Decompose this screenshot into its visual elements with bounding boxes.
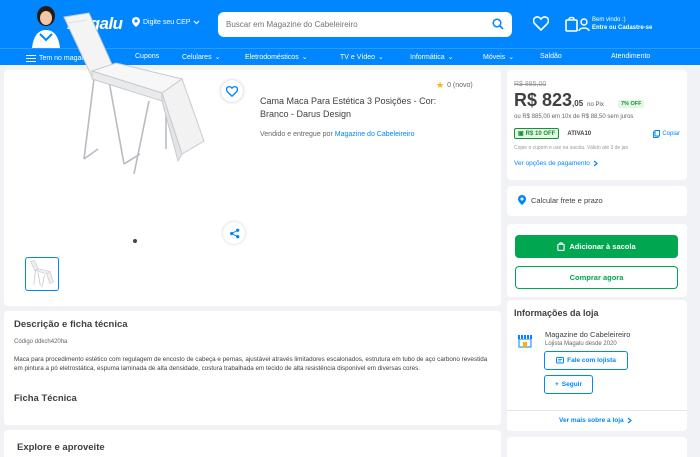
share-button[interactable] <box>223 222 245 244</box>
buy-now-button[interactable]: Comprar agora <box>515 266 678 289</box>
payment-options-link[interactable]: Ver opções de pagamento <box>514 160 598 167</box>
buy-now-label: Comprar agora <box>569 273 624 282</box>
chevron-down-icon: ⌄ <box>447 54 454 61</box>
ticket-icon: ▣ <box>518 131 524 137</box>
nav-item-tv-e-video[interactable]: TV e Vídeo ⌄ <box>340 53 384 62</box>
thumbnail-chair-icon <box>30 260 54 288</box>
product-rating[interactable]: ★ 0 (novo) <box>436 80 473 91</box>
heart-icon <box>226 85 238 97</box>
coupon-note: Copie o cupom e use na sacola. Válido at… <box>514 145 629 151</box>
pix-label: no Pix <box>587 102 604 108</box>
bag-icon[interactable] <box>565 16 578 32</box>
nav-item-atendimento[interactable]: Atendimento <box>611 53 650 60</box>
plus-icon: + <box>554 381 559 388</box>
old-price: R$ 885,00 <box>514 81 547 88</box>
explore-title: Explore e aproveite <box>17 442 105 453</box>
nav-label: Eletrodomésticos <box>245 53 299 61</box>
product-code: Código ddkch420ha <box>14 339 68 345</box>
welcome-text: Bem vindo :) <box>592 17 626 23</box>
sidebar-card <box>507 437 687 457</box>
add-to-cart-button[interactable]: Adicionar à sacola <box>515 235 678 258</box>
store-section-title: Informações da loja <box>514 308 599 318</box>
chevron-right-icon <box>627 417 632 424</box>
share-icon <box>229 228 239 238</box>
nav-item-saldao[interactable]: Saldão <box>540 53 562 60</box>
store-logo[interactable] <box>515 330 535 350</box>
nav-label: Móveis <box>483 53 506 61</box>
coupon-code: ATIVA10 <box>567 130 592 137</box>
chevron-right-icon <box>593 160 598 167</box>
nav-item-informatica[interactable]: Informática ⌄ <box>410 53 454 62</box>
nav-item-moveis[interactable]: Móveis ⌄ <box>483 53 515 62</box>
chevron-down-icon: ⌄ <box>301 54 308 61</box>
store-since: Lojista Magalu desde 2020 <box>545 341 617 347</box>
chevron-down-icon: ⌄ <box>508 54 515 61</box>
seller-prefix: Vendido e entregue por <box>260 131 333 138</box>
store-awning-icon <box>518 335 532 348</box>
installments-text: ou R$ 885,00 em 10x de R$ 88,50 sem juro… <box>514 114 634 120</box>
store-more-link[interactable]: Ver mais sobre a loja <box>559 417 632 424</box>
signin-text: Entre ou Cadastre-se <box>592 25 653 31</box>
coupon-tag: ▣ R$ 10 OFF <box>514 128 560 139</box>
follow-store-button[interactable]: + Seguir <box>544 375 593 394</box>
coupon-label: R$ 10 OFF <box>525 130 556 137</box>
shipping-calculator[interactable]: Calcular frete e prazo <box>518 195 603 205</box>
description-title: Descrição e ficha técnica <box>14 319 128 330</box>
star-icon: ★ <box>436 80 445 90</box>
chat-icon <box>556 356 565 363</box>
copy-label: Copiar <box>662 130 680 137</box>
discount-badge: 7% OFF <box>618 100 645 108</box>
seller-info: Vendido e entregue por Magazine do Cabel… <box>260 131 415 138</box>
nav-label: Saldão <box>540 53 562 60</box>
store-name[interactable]: Magazine do Cabeleireiro <box>545 330 630 339</box>
copy-icon <box>653 129 661 138</box>
location-pin-icon <box>518 195 526 205</box>
spec-sheet-title: Ficha Técnica <box>14 393 77 404</box>
description-text: Maca para procedimento estético com regu… <box>14 356 488 372</box>
product-image[interactable] <box>54 9 214 179</box>
chevron-down-icon: ⌄ <box>378 54 384 61</box>
rating-text: 0 (novo) <box>447 82 473 89</box>
product-title: Cama Maca Para Estética 3 Posições - Cor… <box>260 96 437 119</box>
nav-item-eletrodomesticos[interactable]: Eletrodomésticos ⌄ <box>245 53 308 62</box>
search-icon[interactable] <box>492 18 504 30</box>
payment-options-label: Ver opções de pagamento <box>514 160 590 167</box>
search-input[interactable] <box>218 12 478 37</box>
login-link[interactable]: Bem vindo :) Entre ou Cadastre-se <box>592 16 652 32</box>
carousel-dot[interactable] <box>133 239 137 243</box>
store-more-label: Ver mais sobre a loja <box>559 417 624 424</box>
shipping-label: Calcular frete e prazo <box>531 195 603 205</box>
price-main: R$ 823 <box>514 90 573 110</box>
add-to-cart-label: Adicionar à sacola <box>569 242 636 251</box>
coupon-row: ▣ R$ 10 OFF ATIVA10 Copiar <box>514 127 680 140</box>
user-icon[interactable] <box>578 18 590 32</box>
search-bar <box>218 12 512 37</box>
copy-coupon-button[interactable]: Copiar <box>653 129 680 138</box>
nav-label: TV e Vídeo <box>340 53 376 61</box>
divider <box>507 410 687 411</box>
nav-label: Atendimento <box>611 53 651 60</box>
bag-icon <box>557 242 566 251</box>
chat-with-seller-button[interactable]: Fale com lojista <box>544 351 628 370</box>
current-price: R$ 823 ,05 no Pix <box>514 90 604 111</box>
seller-link[interactable]: Magazine do Cabeleireiro <box>335 131 415 138</box>
price-cents: ,05 <box>572 99 584 108</box>
chevron-down-icon: ⌄ <box>214 54 221 61</box>
favorite-button[interactable] <box>221 80 243 102</box>
nav-label: Informática <box>410 53 445 61</box>
thumbnail-image[interactable] <box>25 257 59 291</box>
menu-icon <box>26 53 36 64</box>
chat-label: Fale com lojista <box>567 357 616 364</box>
follow-label: Seguir <box>561 381 583 388</box>
heart-icon[interactable] <box>533 16 549 31</box>
